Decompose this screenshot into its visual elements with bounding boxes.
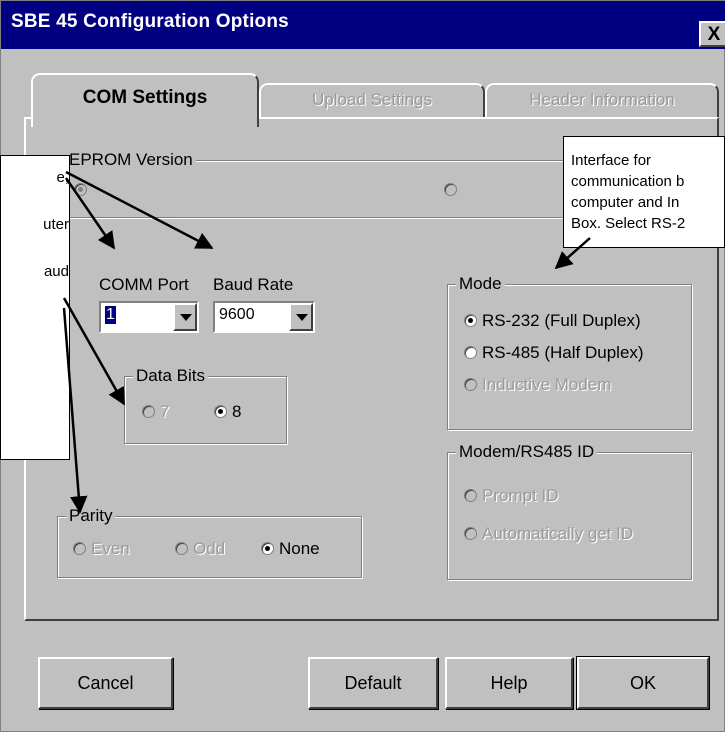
radio-selected-dot — [265, 546, 270, 551]
prompt-id-radio[interactable] — [464, 489, 477, 502]
left-note-line-5: aud — [43, 263, 69, 280]
help-button[interactable]: Help — [445, 657, 573, 709]
data-bits-group: Data Bits 7 8 — [124, 365, 287, 444]
tab-header-information[interactable]: Header Information — [485, 83, 719, 117]
right-note-line-3: computer and In — [571, 194, 680, 211]
default-button[interactable]: Default — [308, 657, 438, 709]
left-note-line-1: e, — [56, 169, 69, 186]
eprom-option-1-radio[interactable] — [74, 183, 87, 196]
modem-rs485-id-legend: Modem/RS485 ID — [456, 441, 598, 463]
left-note-line-3: uter — [43, 216, 69, 233]
tab-header-information-label: Header Information — [529, 90, 675, 109]
tab-upload-settings-label: Upload Settings — [311, 90, 433, 109]
right-callout-note: Interface for communication b computer a… — [563, 136, 725, 248]
left-note-line-4 — [1, 235, 69, 256]
mode-inductive-modem-label: Inductive Modem — [482, 375, 612, 394]
left-note-line-2 — [1, 188, 69, 209]
comm-port-value: 1 — [105, 306, 116, 324]
comm-port-dropdown-arrow-icon[interactable] — [173, 303, 197, 331]
parity-group: Parity Even Odd None — [57, 505, 362, 578]
window-title: SBE 45 Configuration Options — [11, 11, 289, 32]
radio-selected-dot — [78, 187, 83, 192]
tab-upload-settings[interactable]: Upload Settings — [259, 83, 485, 117]
tab-com-settings-label: COM Settings — [82, 87, 208, 108]
data-bits-7-label: 7 — [160, 402, 170, 421]
radio-selected-dot — [468, 318, 473, 323]
mode-rs485-label: RS-485 (Half Duplex) — [482, 343, 644, 362]
ok-button[interactable]: OK — [576, 656, 710, 710]
parity-none-label: None — [279, 539, 320, 558]
comm-port-label: COMM Port — [99, 275, 189, 294]
right-note-line-4: Box. Select RS-2 — [571, 215, 686, 232]
auto-get-id-radio[interactable] — [464, 527, 477, 540]
title-bar[interactable]: SBE 45 Configuration Options X — [1, 1, 725, 49]
baud-rate-dropdown-arrow-icon[interactable] — [289, 303, 313, 331]
prompt-id-label: Prompt ID — [482, 486, 559, 505]
radio-selected-dot — [218, 409, 223, 414]
cancel-button[interactable]: Cancel — [38, 657, 173, 709]
data-bits-7-radio[interactable] — [142, 405, 155, 418]
mode-group: Mode RS-232 (Full Duplex) RS-485 (Half D… — [447, 273, 692, 430]
modem-rs485-id-group: Modem/RS485 ID Prompt ID Automatically g… — [447, 441, 692, 580]
close-icon: X — [707, 24, 721, 45]
data-bits-8-label: 8 — [232, 402, 242, 421]
eprom-version-legend: EPROM Version — [66, 149, 196, 171]
tab-com-settings[interactable]: COM Settings — [31, 73, 259, 127]
right-note-line-2: communication b — [571, 173, 685, 190]
right-note-line-1: Interface for — [571, 152, 652, 169]
mode-rs485-radio[interactable] — [464, 346, 477, 359]
baud-rate-select[interactable]: 9600 — [213, 301, 315, 333]
mode-legend: Mode — [456, 273, 505, 295]
parity-even-radio[interactable] — [73, 542, 86, 555]
auto-get-id-label: Automatically get ID — [482, 524, 634, 543]
mode-rs232-radio[interactable] — [464, 314, 477, 327]
parity-odd-radio[interactable] — [175, 542, 188, 555]
eprom-option-2-radio[interactable] — [444, 183, 457, 196]
parity-even-label: Even — [91, 539, 130, 558]
data-bits-8-radio[interactable] — [214, 405, 227, 418]
parity-legend: Parity — [66, 505, 116, 527]
mode-rs232-label: RS-232 (Full Duplex) — [482, 311, 641, 330]
close-button[interactable]: X — [699, 21, 725, 47]
dialog-window: SBE 45 Configuration Options X COM Setti… — [0, 0, 725, 732]
baud-rate-label: Baud Rate — [213, 275, 294, 294]
data-bits-legend: Data Bits — [133, 365, 208, 387]
parity-odd-label: Odd — [193, 539, 226, 558]
baud-rate-value: 9600 — [219, 306, 255, 323]
left-callout-note: e, uter aud — [0, 155, 70, 460]
comm-port-select[interactable]: 1 — [99, 301, 199, 333]
mode-inductive-modem-radio[interactable] — [464, 378, 477, 391]
parity-none-radio[interactable] — [261, 542, 274, 555]
